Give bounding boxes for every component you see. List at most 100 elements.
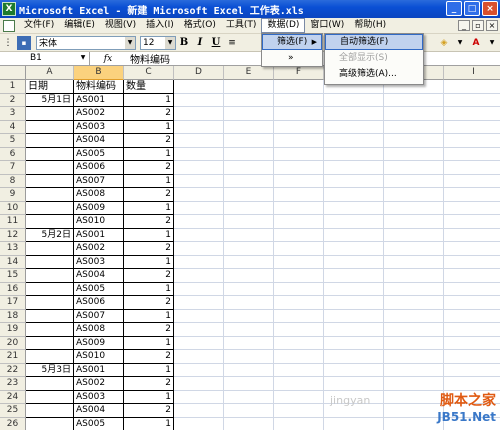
- column-header-a[interactable]: A: [26, 66, 74, 80]
- cell-a25[interactable]: [26, 404, 74, 418]
- cell-b1[interactable]: 物料编码: [74, 80, 124, 94]
- cell-a19[interactable]: [26, 323, 74, 337]
- row-header[interactable]: 15: [0, 269, 26, 283]
- cell-a15[interactable]: [26, 269, 74, 283]
- cell-a17[interactable]: [26, 296, 74, 310]
- cell-c12[interactable]: 1: [124, 228, 174, 242]
- doc-close-button[interactable]: ×: [486, 20, 498, 31]
- cell-a9[interactable]: [26, 188, 74, 202]
- empty-cells-row[interactable]: [174, 337, 500, 350]
- chevron-down-icon[interactable]: ▼: [79, 52, 87, 64]
- cell-c4[interactable]: 1: [124, 120, 174, 134]
- cell-c11[interactable]: 2: [124, 215, 174, 229]
- select-all-corner[interactable]: [0, 66, 26, 80]
- cell-a13[interactable]: [26, 242, 74, 256]
- chevron-down-icon[interactable]: ▼: [453, 36, 467, 50]
- row-header[interactable]: 20: [0, 336, 26, 350]
- cell-c5[interactable]: 2: [124, 134, 174, 148]
- row-header[interactable]: 6: [0, 147, 26, 161]
- cell-c16[interactable]: 1: [124, 282, 174, 296]
- row-header[interactable]: 26: [0, 417, 26, 430]
- cell-a8[interactable]: [26, 174, 74, 188]
- cell-c26[interactable]: 1: [124, 417, 174, 430]
- cell-a18[interactable]: [26, 309, 74, 323]
- empty-cells-row[interactable]: [174, 310, 500, 323]
- row-header[interactable]: 2: [0, 93, 26, 107]
- formula-input[interactable]: 物料编码: [126, 51, 170, 66]
- menu-view[interactable]: 视图(V): [100, 18, 141, 33]
- menu-file[interactable]: 文件(F): [19, 18, 59, 33]
- row-header[interactable]: 11: [0, 215, 26, 229]
- column-header-e[interactable]: E: [224, 66, 274, 80]
- cell-b8[interactable]: AS007: [74, 174, 124, 188]
- cell-c10[interactable]: 1: [124, 201, 174, 215]
- column-header-b[interactable]: B: [74, 66, 124, 80]
- empty-cells-row[interactable]: [174, 296, 500, 310]
- fill-color-icon[interactable]: ◈: [437, 36, 451, 50]
- row-header[interactable]: 8: [0, 174, 26, 188]
- cell-c2[interactable]: 1: [124, 93, 174, 107]
- name-box[interactable]: B1 ▼: [0, 52, 90, 65]
- row-header[interactable]: 18: [0, 309, 26, 323]
- cell-b25[interactable]: AS004: [74, 404, 124, 418]
- row-header[interactable]: 17: [0, 296, 26, 310]
- menu-data[interactable]: 数据(D): [261, 18, 306, 33]
- chevron-down-icon[interactable]: ▼: [485, 36, 499, 50]
- empty-cells-row[interactable]: [174, 134, 500, 148]
- doc-minimize-button[interactable]: _: [458, 20, 470, 31]
- empty-cells-row[interactable]: [174, 121, 500, 134]
- cell-b26[interactable]: AS005: [74, 417, 124, 430]
- empty-cells-row[interactable]: [174, 188, 500, 202]
- empty-cells-row[interactable]: [174, 364, 500, 377]
- cell-b6[interactable]: AS005: [74, 147, 124, 161]
- cell-c25[interactable]: 2: [124, 404, 174, 418]
- menu-item-advanced-filter[interactable]: 高级筛选(A)...: [325, 66, 423, 82]
- row-header[interactable]: 9: [0, 188, 26, 202]
- cell-b5[interactable]: AS004: [74, 134, 124, 148]
- empty-cells-row[interactable]: [174, 323, 500, 337]
- bold-button[interactable]: B: [177, 36, 191, 50]
- row-header[interactable]: 21: [0, 350, 26, 364]
- chevron-down-icon[interactable]: ▼: [125, 36, 135, 49]
- cell-a6[interactable]: [26, 147, 74, 161]
- cell-c9[interactable]: 2: [124, 188, 174, 202]
- cell-b13[interactable]: AS002: [74, 242, 124, 256]
- cell-c20[interactable]: 1: [124, 336, 174, 350]
- align-left-icon[interactable]: ≡: [225, 36, 239, 50]
- empty-cells-row[interactable]: [174, 202, 500, 215]
- menu-expand-chevron[interactable]: »: [262, 50, 322, 66]
- empty-cells-row[interactable]: [174, 283, 500, 296]
- row-header[interactable]: 22: [0, 363, 26, 377]
- empty-cells-row[interactable]: [174, 148, 500, 161]
- empty-cells-row[interactable]: [174, 94, 500, 107]
- column-header-c[interactable]: C: [124, 66, 174, 80]
- menu-window[interactable]: 窗口(W): [305, 18, 349, 33]
- empty-cells-row[interactable]: [174, 229, 500, 242]
- cell-b4[interactable]: AS003: [74, 120, 124, 134]
- chevron-down-icon[interactable]: ▼: [165, 36, 175, 49]
- cell-b24[interactable]: AS003: [74, 390, 124, 404]
- cell-a2[interactable]: 5月1日: [26, 93, 74, 107]
- cell-b14[interactable]: AS003: [74, 255, 124, 269]
- maximize-button[interactable]: □: [464, 1, 480, 16]
- cell-a5[interactable]: [26, 134, 74, 148]
- empty-cells-row[interactable]: [174, 242, 500, 256]
- cell-c17[interactable]: 2: [124, 296, 174, 310]
- empty-cells-row[interactable]: [174, 269, 500, 283]
- cell-c3[interactable]: 2: [124, 107, 174, 121]
- font-color-icon[interactable]: A: [469, 36, 483, 50]
- cell-a7[interactable]: [26, 161, 74, 175]
- cell-a3[interactable]: [26, 107, 74, 121]
- cell-b21[interactable]: AS010: [74, 350, 124, 364]
- insert-function-icon[interactable]: fx: [90, 54, 126, 64]
- empty-cells-row[interactable]: [174, 215, 500, 229]
- cell-b17[interactable]: AS006: [74, 296, 124, 310]
- cell-b11[interactable]: AS010: [74, 215, 124, 229]
- cell-c23[interactable]: 2: [124, 377, 174, 391]
- worksheet-grid[interactable]: ABCDEFGHI1日期物料编码数量25月1日AS00113AS00224AS0…: [0, 66, 500, 430]
- cell-c18[interactable]: 1: [124, 309, 174, 323]
- cell-b10[interactable]: AS009: [74, 201, 124, 215]
- close-button[interactable]: ×: [482, 1, 498, 16]
- menu-item-autofilter[interactable]: 自动筛选(F): [325, 34, 423, 50]
- cell-b12[interactable]: AS001: [74, 228, 124, 242]
